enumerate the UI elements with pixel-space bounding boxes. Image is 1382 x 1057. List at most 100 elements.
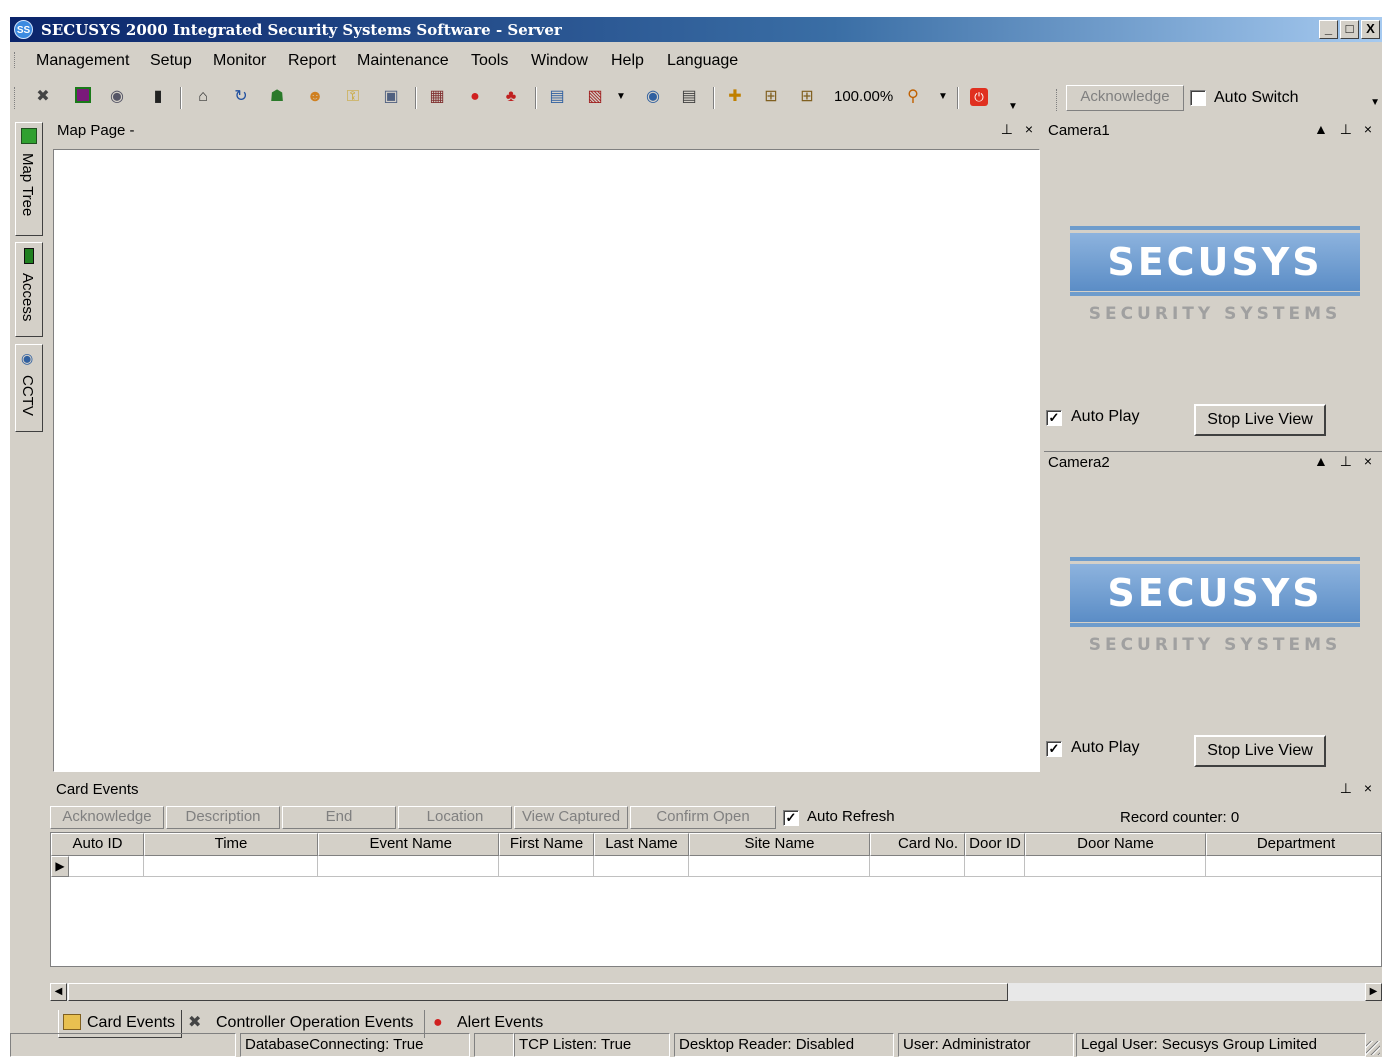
map-pane-header: Map Page - ⊥ × <box>53 120 1043 142</box>
col-card-no[interactable]: Card No. <box>870 833 965 856</box>
menu-language[interactable]: Language <box>667 52 738 70</box>
cctv-icon: ◉ <box>21 350 34 366</box>
camera1-controls[interactable]: ▲ ⊥ × <box>1314 121 1376 138</box>
table-cell[interactable] <box>144 856 318 877</box>
camera2-logo-bar-top <box>1070 557 1360 561</box>
status-database: DatabaseConnecting: True <box>240 1033 470 1057</box>
zoom-level[interactable]: 100.00% <box>834 88 893 105</box>
menu-tools-label: Tools <box>471 52 509 69</box>
event-confirm-open-button[interactable]: Confirm Open <box>630 806 776 829</box>
scroll-right-icon[interactable]: ▶ <box>1365 983 1382 1001</box>
ack-toolbar-grip <box>1056 89 1059 111</box>
event-end-button[interactable]: End <box>282 806 396 829</box>
maximize-button[interactable]: □ <box>1340 20 1359 39</box>
ack-toolbar: Acknowledge Auto Switch ▼ <box>1054 79 1380 115</box>
horizontal-scrollbar[interactable]: ◀ ▶ <box>50 983 1382 1001</box>
col-last-name[interactable]: Last Name <box>594 833 689 856</box>
camera1-auto-play-checkbox[interactable]: ✓ <box>1046 410 1062 426</box>
table-row[interactable]: ▶ <box>51 856 1381 877</box>
col-door-id[interactable]: Door ID <box>965 833 1025 856</box>
access-icon <box>24 248 34 264</box>
status-reader: Desktop Reader: Disabled <box>674 1033 894 1057</box>
camera2-view[interactable]: SECUSYS SECURITY SYSTEMS <box>1044 473 1382 773</box>
side-tab-access[interactable]: Access <box>15 242 43 337</box>
col-first-name[interactable]: First Name <box>499 833 594 856</box>
menu-tools[interactable]: Tools <box>471 52 508 70</box>
grid-header: Auto ID Time Event Name First Name Last … <box>51 833 1381 856</box>
side-tab-map-tree[interactable]: Map Tree <box>15 122 43 236</box>
col-site-name[interactable]: Site Name <box>689 833 870 856</box>
table-cell[interactable] <box>318 856 499 877</box>
menu-monitor[interactable]: Monitor <box>213 52 266 70</box>
table-cell[interactable] <box>1206 856 1381 877</box>
camera2-controls[interactable]: ▲ ⊥ × <box>1314 453 1376 470</box>
map-canvas[interactable] <box>53 149 1040 772</box>
card-events-controls[interactable]: ⊥ × <box>1340 780 1376 797</box>
minimize-button[interactable]: _ <box>1319 20 1338 39</box>
table-cell[interactable] <box>965 856 1025 877</box>
auto-switch-checkbox[interactable] <box>1190 90 1206 106</box>
card-events-pane: Card Events ⊥ × Acknowledge Description … <box>48 779 1382 1038</box>
card-events-icon <box>63 1014 81 1030</box>
camera2-header: Camera2 ▲ ⊥ × <box>1044 451 1382 473</box>
menu-help[interactable]: Help <box>611 52 644 70</box>
camera1-stop-live-view-button[interactable]: Stop Live View <box>1194 404 1326 436</box>
toolbar-grip <box>14 87 17 109</box>
resize-grip-icon[interactable] <box>1366 1041 1380 1055</box>
camera1-view[interactable]: SECUSYS SECURITY SYSTEMS <box>1044 142 1382 442</box>
table-cell[interactable] <box>870 856 965 877</box>
camera1-logo-bar-top <box>1070 226 1360 230</box>
camera1-pane: Camera1 ▲ ⊥ × SECUSYS SECURITY SYSTEMS ✓… <box>1044 120 1382 450</box>
window-title: SECUSYS 2000 Integrated Security Systems… <box>41 21 562 39</box>
camera1-logo-subtitle: SECURITY SYSTEMS <box>1088 304 1342 324</box>
camera1-logo-bar-bottom <box>1070 292 1360 296</box>
side-tab-cctv-label: CCTV <box>19 375 36 416</box>
menu-setup-label: Setup <box>150 52 192 69</box>
table-cell[interactable] <box>69 856 144 877</box>
camera2-title: Camera2 <box>1048 454 1110 471</box>
menu-management[interactable]: Management <box>36 52 129 70</box>
auto-switch-label: Auto Switch <box>1214 89 1299 106</box>
event-description-button[interactable]: Description <box>166 806 280 829</box>
menu-setup[interactable]: Setup <box>150 52 192 70</box>
map-pane-controls[interactable]: ⊥ × <box>1001 121 1037 138</box>
menu-report[interactable]: Report <box>288 52 336 70</box>
acknowledge-button[interactable]: Acknowledge <box>1066 85 1184 111</box>
menu-management-label: Management <box>36 52 130 69</box>
title-bar[interactable]: SS SECUSYS 2000 Integrated Security Syst… <box>10 17 1382 42</box>
col-event-name[interactable]: Event Name <box>318 833 499 856</box>
camera2-stop-live-view-button[interactable]: Stop Live View <box>1194 735 1326 767</box>
side-tab-access-label: Access <box>19 273 36 322</box>
table-cell[interactable] <box>689 856 870 877</box>
side-tab-cctv[interactable]: ◉ CCTV <box>15 344 43 432</box>
scroll-left-icon[interactable]: ◀ <box>50 983 67 1001</box>
status-legal-user: Legal User: Secusys Group Limited <box>1076 1033 1366 1057</box>
menu-language-label: Language <box>667 52 739 69</box>
table-cell[interactable] <box>1025 856 1206 877</box>
menu-report-label: Report <box>288 52 337 69</box>
card-events-title: Card Events <box>56 781 139 798</box>
event-view-captured-button[interactable]: View Captured <box>514 806 628 829</box>
menu-window-label: Window <box>531 52 588 69</box>
toolbar-overflow-icon[interactable]: ▼ <box>1370 97 1380 108</box>
card-events-header: Card Events ⊥ × <box>48 779 1382 801</box>
close-button[interactable]: X <box>1361 20 1380 39</box>
auto-refresh-checkbox[interactable]: ✓ <box>783 810 799 826</box>
col-department[interactable]: Department <box>1206 833 1381 856</box>
card-events-grid[interactable]: Auto ID Time Event Name First Name Last … <box>50 832 1382 967</box>
tab-card-events-label: Card Events <box>87 1014 176 1031</box>
camera2-auto-play-checkbox[interactable]: ✓ <box>1046 741 1062 757</box>
scroll-thumb[interactable] <box>68 983 1008 1001</box>
menu-monitor-label: Monitor <box>213 52 267 69</box>
event-location-button[interactable]: Location <box>398 806 512 829</box>
menu-maintenance[interactable]: Maintenance <box>357 52 449 70</box>
col-time[interactable]: Time <box>144 833 318 856</box>
camera2-logo-bar-bottom <box>1070 623 1360 627</box>
table-cell[interactable] <box>594 856 689 877</box>
menu-grip <box>14 52 17 68</box>
col-door-name[interactable]: Door Name <box>1025 833 1206 856</box>
table-cell[interactable] <box>499 856 594 877</box>
col-auto-id[interactable]: Auto ID <box>51 833 144 856</box>
event-acknowledge-button[interactable]: Acknowledge <box>50 806 164 829</box>
menu-window[interactable]: Window <box>531 52 588 70</box>
